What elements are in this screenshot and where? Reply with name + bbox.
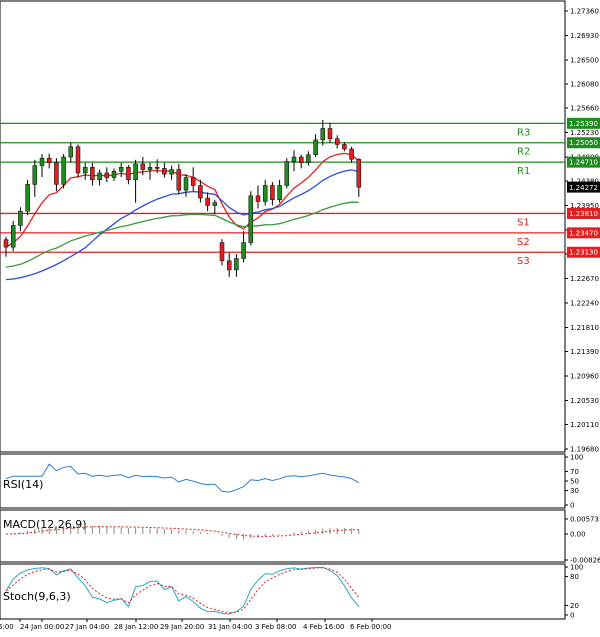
indicator-tick: 80 <box>570 573 579 581</box>
level-label: R3 <box>517 127 530 138</box>
level-label: S3 <box>517 256 530 267</box>
forex-chart: 1.27360 1.26930 1.26500 1.26080 1.25660 1.252… <box>0 0 600 637</box>
level-price-tag: 1.23130 <box>569 249 598 257</box>
time-tick: 29 Jan 20:00 <box>160 623 204 631</box>
indicator-tick: 100 <box>570 564 583 572</box>
price-tick: 1.26930 <box>570 32 599 40</box>
time-tick: 6 Feb 00:00 <box>350 623 391 631</box>
level-price-tag: 1.25050 <box>569 139 598 147</box>
price-tick: 1.25660 <box>570 104 599 112</box>
level-label: S1 <box>517 217 530 228</box>
indicator-tick: 0 <box>570 612 574 620</box>
level-price-tag: 1.23810 <box>569 210 598 218</box>
level-label: S2 <box>517 237 530 248</box>
price-tick: 1.27360 <box>570 8 599 16</box>
time-tick: 24 Jan 00:00 <box>20 623 64 631</box>
price-tick: 1.25230 <box>570 129 599 137</box>
current-price-tag: 1.24272 <box>567 181 600 193</box>
indicator-tick: 100 <box>570 454 583 462</box>
candle <box>25 179 30 216</box>
price-tick: 1.20960 <box>570 373 599 381</box>
price-tick: 1.22670 <box>570 275 599 283</box>
current-price-text: 1.24272 <box>569 184 598 192</box>
price-tick: 1.20110 <box>570 421 599 429</box>
level-price-tag: 1.24710 <box>569 159 598 167</box>
price-tick: 1.21810 <box>570 324 599 332</box>
level-label: R2 <box>517 147 530 158</box>
time-tick: 3 Feb 08:00 <box>255 623 296 631</box>
price-tick: 1.19680 <box>570 446 599 454</box>
candle <box>284 158 290 189</box>
candle <box>10 220 16 252</box>
candle <box>248 191 254 246</box>
price-tick: 1.20530 <box>570 397 599 405</box>
price-tick: 1.21390 <box>570 348 599 356</box>
indicator-tick: 50 <box>570 478 579 486</box>
candle <box>75 144 81 177</box>
time-tick: 4 Feb 16:00 <box>303 623 344 631</box>
candle <box>61 154 66 189</box>
level-price-tag: 1.23470 <box>569 229 598 237</box>
time-tick: 27 Jan 04:00 <box>65 623 109 631</box>
indicator-tick: 0.00 <box>570 531 586 539</box>
indicator-tick: 0.005731 <box>570 516 600 524</box>
time-tick: 31 Jan 04:00 <box>208 623 252 631</box>
macd-label: MACD(12,26,9) <box>3 518 87 531</box>
price-tick: 1.26500 <box>570 57 599 65</box>
stoch-label: Stoch(9,6,3) <box>3 590 71 603</box>
indicator-tick: 70 <box>570 468 579 476</box>
time-tick: 6:00 <box>0 623 14 631</box>
indicator-tick: 30 <box>570 487 579 495</box>
indicator-tick: 20 <box>570 602 579 610</box>
level-price-tag: 1.25390 <box>569 120 598 128</box>
rsi-label: RSI(14) <box>3 478 43 491</box>
time-tick: 28 Jan 12:00 <box>114 623 158 631</box>
level-label: R1 <box>517 166 530 177</box>
price-tick: 1.26080 <box>570 81 599 89</box>
indicator-tick: 0 <box>570 502 574 510</box>
price-tick: 1.22240 <box>570 300 599 308</box>
